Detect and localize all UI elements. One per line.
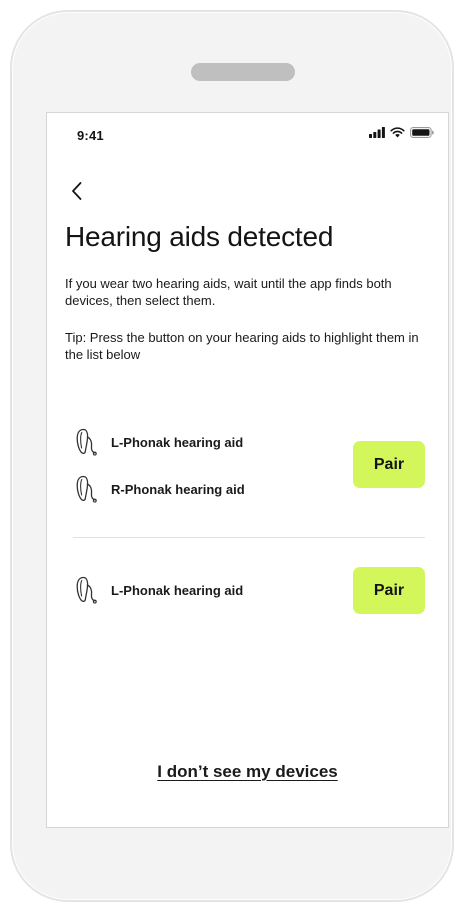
chevron-left-icon <box>72 182 82 200</box>
device-item-left: L-Phonak hearing aid <box>75 427 243 457</box>
device-item-right: R-Phonak hearing aid <box>75 474 245 504</box>
device-label: R-Phonak hearing aid <box>111 481 245 497</box>
back-button[interactable] <box>65 179 89 203</box>
page-title: Hearing aids detected <box>65 221 334 252</box>
hearing-aid-icon <box>76 428 97 456</box>
pair-button-pair-set[interactable]: Pair <box>353 441 425 488</box>
device-item-left-single: L-Phonak hearing aid <box>75 575 243 605</box>
wifi-icon <box>390 127 405 138</box>
instruction-text: If you wear two hearing aids, wait until… <box>65 276 392 308</box>
pair-button-single[interactable]: Pair <box>353 567 425 614</box>
divider <box>73 537 425 538</box>
phone-frame: 9:41 Hearing aids detected If you wear t… <box>10 10 454 902</box>
phone-speaker <box>191 63 295 81</box>
no-devices-link[interactable]: I don’t see my devices <box>47 762 448 782</box>
hearing-aid-icon <box>76 475 97 503</box>
signal-icon <box>369 127 385 138</box>
device-label: L-Phonak hearing aid <box>111 434 244 450</box>
app-screen: 9:41 Hearing aids detected If you wear t… <box>46 112 449 828</box>
hearing-aid-icon <box>76 576 97 604</box>
device-label: L-Phonak hearing aid <box>111 582 244 598</box>
status-time: 9:41 <box>77 128 104 143</box>
battery-icon <box>410 127 434 138</box>
tip-text: Tip: Press the button on your hearing ai… <box>65 330 419 362</box>
status-icons <box>369 127 434 138</box>
